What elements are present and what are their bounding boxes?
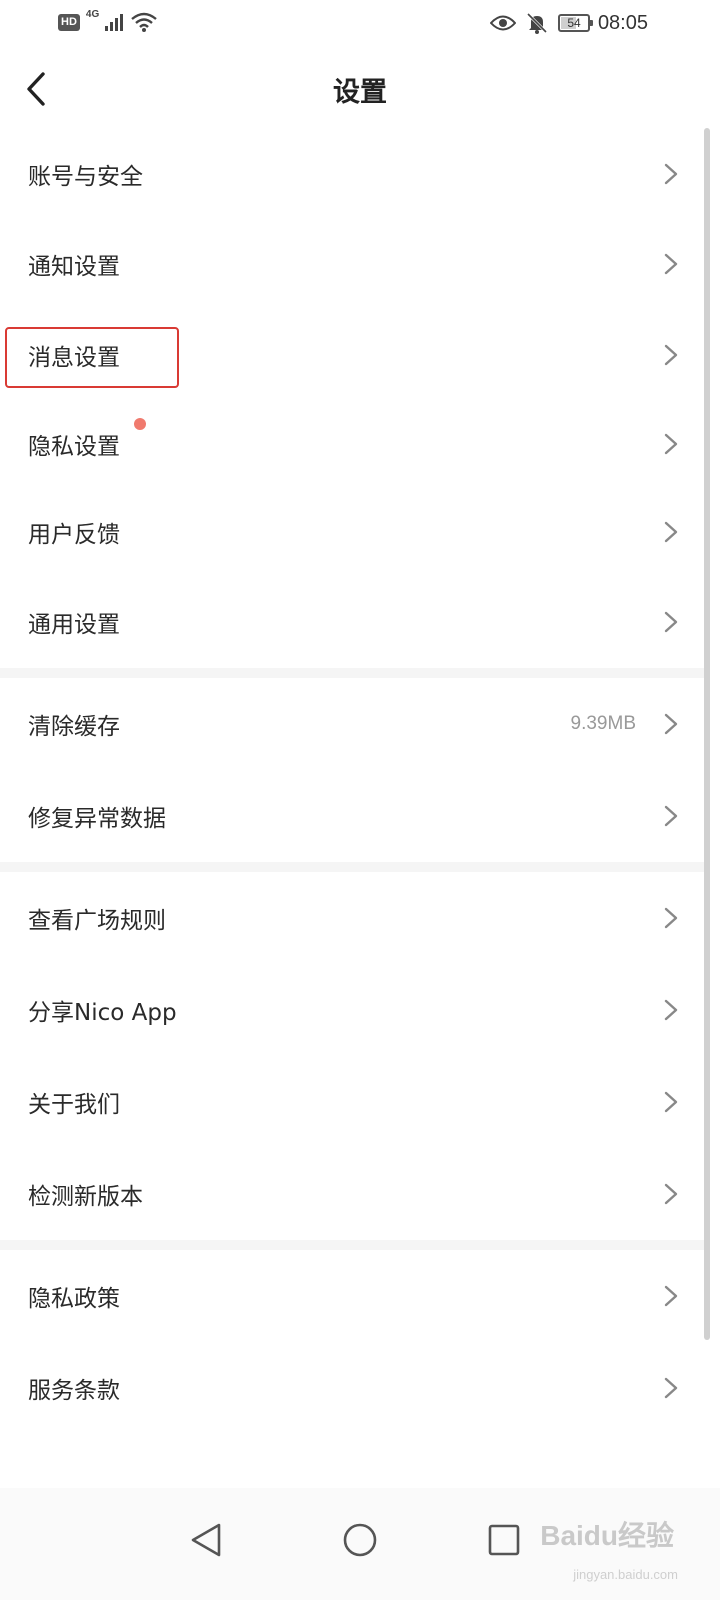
settings-item-check-update[interactable]: 检测新版本: [0, 1148, 706, 1240]
back-triangle-icon: [191, 1523, 221, 1557]
settings-item-privacy[interactable]: 隐私设置: [0, 400, 706, 488]
watermark-url: jingyan.baidu.com: [573, 1567, 678, 1582]
page-title: 设置: [333, 77, 387, 108]
notification-dot: [134, 418, 146, 430]
settings-item-message[interactable]: 消息设置: [0, 310, 706, 400]
battery-icon: 54: [558, 14, 593, 32]
nav-recents-button[interactable]: [474, 1510, 534, 1570]
chevron-right-icon: [664, 907, 678, 929]
chevron-right-icon: [664, 1183, 678, 1205]
wifi-icon: [131, 12, 158, 32]
clock: 08:05: [597, 12, 648, 34]
settings-item-notification[interactable]: 通知设置: [0, 218, 706, 310]
section-divider: [0, 862, 706, 872]
status-right: 54: [490, 12, 593, 34]
cache-size: 9.39MB: [570, 713, 636, 734]
settings-item-label: 分享Nico App: [28, 1000, 177, 1026]
recents-square-icon: [488, 1524, 520, 1556]
settings-item-label: 用户反馈: [28, 522, 120, 548]
section-divider: [0, 668, 706, 678]
settings-item-label: 清除缓存: [28, 714, 120, 740]
watermark-logo: Baidu经验: [540, 1520, 674, 1551]
settings-item-clear-cache[interactable]: 清除缓存 9.39MB: [0, 678, 706, 770]
settings-item-share-app[interactable]: 分享Nico App: [0, 964, 706, 1056]
home-circle-icon: [343, 1523, 377, 1557]
settings-item-label: 隐私设置: [28, 434, 120, 460]
bell-off-icon: [526, 12, 548, 34]
network-type: 4G: [85, 8, 100, 20]
settings-item-privacy-policy[interactable]: 隐私政策: [0, 1250, 706, 1342]
section-divider: [0, 1240, 706, 1250]
settings-list: 账号与安全 通知设置 消息设置 隐私设置 用户反馈 通用设置 清除缓存 9.39…: [0, 130, 706, 1434]
settings-item-repair-data[interactable]: 修复异常数据: [0, 770, 706, 862]
chevron-right-icon: [664, 1091, 678, 1113]
eye-icon: [490, 15, 516, 31]
chevron-right-icon: [664, 253, 678, 275]
hd-badge: HD: [58, 13, 80, 31]
settings-item-label: 查看广场规则: [28, 908, 166, 934]
settings-item-label: 修复异常数据: [28, 806, 166, 832]
settings-item-terms-of-service[interactable]: 服务条款: [0, 1342, 706, 1434]
settings-item-label: 隐私政策: [28, 1286, 120, 1312]
chevron-right-icon: [664, 999, 678, 1021]
app-header: 设置: [0, 52, 720, 130]
status-bar: HD 4G 54 08:05: [0, 0, 720, 52]
chevron-right-icon: [664, 344, 678, 366]
signal-icon: [105, 14, 124, 31]
chevron-right-icon: [664, 163, 678, 185]
chevron-right-icon: [664, 713, 678, 735]
settings-item-label: 通用设置: [28, 612, 120, 638]
chevron-right-icon: [664, 1377, 678, 1399]
chevron-right-icon: [664, 611, 678, 633]
settings-item-account-security[interactable]: 账号与安全: [0, 130, 706, 218]
settings-item-feedback[interactable]: 用户反馈: [0, 488, 706, 576]
settings-item-plaza-rules[interactable]: 查看广场规则: [0, 872, 706, 964]
settings-item-label: 服务条款: [28, 1378, 120, 1404]
nav-home-button[interactable]: [330, 1510, 390, 1570]
status-left: HD 4G: [58, 8, 158, 32]
settings-item-general[interactable]: 通用设置: [0, 576, 706, 668]
system-nav-bar: Baidu经验 jingyan.baidu.com: [0, 1488, 720, 1600]
settings-item-label: 消息设置: [28, 345, 120, 371]
settings-item-label: 关于我们: [28, 1092, 120, 1118]
chevron-right-icon: [664, 805, 678, 827]
nav-back-button[interactable]: [176, 1510, 236, 1570]
settings-item-label: 检测新版本: [28, 1184, 143, 1210]
settings-item-label: 账号与安全: [28, 164, 143, 190]
settings-item-label: 通知设置: [28, 254, 120, 280]
battery-level: 54: [567, 16, 581, 30]
scrollbar[interactable]: [704, 128, 710, 1340]
chevron-right-icon: [664, 433, 678, 455]
chevron-right-icon: [664, 1285, 678, 1307]
settings-item-about-us[interactable]: 关于我们: [0, 1056, 706, 1148]
chevron-right-icon: [664, 521, 678, 543]
